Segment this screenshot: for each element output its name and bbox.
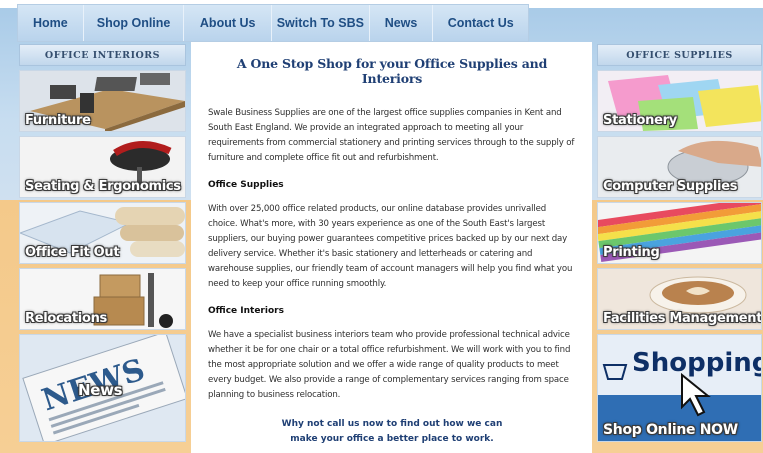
tile-office-fit-out[interactable]: Office Fit Out	[19, 202, 186, 264]
svg-text:Shopping: Shopping	[632, 348, 762, 378]
tile-label: Printing	[603, 245, 660, 260]
office-interiors-paragraph: We have a specialist business interiors …	[208, 330, 571, 400]
tile-news[interactable]: NEWS News	[19, 334, 186, 442]
main-nav: Home Shop Online About Us Switch To SBS …	[17, 4, 529, 42]
nav-about-us[interactable]: About Us	[184, 5, 273, 41]
page-title: A One Stop Shop for your Office Supplies…	[236, 56, 548, 86]
tile-label: Shop Online NOW	[603, 422, 738, 438]
call-to-action: Why not call us now to find out how we c…	[208, 417, 576, 447]
nav-news[interactable]: News	[370, 5, 434, 41]
tile-label: Seating & Ergonomics	[25, 179, 181, 194]
tile-stationery[interactable]: Stationery	[597, 70, 762, 132]
main-content: A One Stop Shop for your Office Supplies…	[191, 42, 592, 453]
tile-label: Furniture	[25, 113, 91, 128]
tile-facilities-management[interactable]: Facilities Management	[597, 268, 762, 330]
nav-home[interactable]: Home	[18, 5, 84, 41]
tile-label: News	[78, 381, 123, 399]
intro-paragraph: Swale Business Supplies are one of the l…	[208, 108, 575, 163]
office-interiors-heading: Office Interiors	[208, 306, 284, 316]
tile-relocations[interactable]: Relocations	[19, 268, 186, 330]
office-interiors-header: OFFICE INTERIORS	[19, 44, 186, 66]
cta-line-1: Why not call us now to find out how we c…	[281, 419, 503, 429]
tile-computer-supplies[interactable]: Computer Supplies	[597, 136, 762, 198]
tile-printing[interactable]: Printing	[597, 202, 762, 264]
right-sidebar: OFFICE SUPPLIES Stationery Computer Supp…	[597, 44, 762, 446]
nav-switch-to-sbs[interactable]: Switch To SBS	[272, 5, 370, 41]
tile-label: Stationery	[603, 113, 677, 128]
tile-seating-ergonomics[interactable]: Seating & Ergonomics	[19, 136, 186, 198]
tile-furniture[interactable]: Furniture	[19, 70, 186, 132]
cta-line-2: make your office a better place to work.	[290, 434, 494, 444]
nav-shop-online[interactable]: Shop Online	[84, 5, 185, 41]
tile-shop-online-now[interactable]: Shopping Shop Online NOW	[597, 334, 762, 442]
nav-contact-us[interactable]: Contact Us	[433, 5, 528, 41]
tile-label: Relocations	[25, 311, 107, 326]
tile-label: Computer Supplies	[603, 179, 738, 194]
office-supplies-header: OFFICE SUPPLIES	[597, 44, 762, 66]
office-supplies-heading: Office Supplies	[208, 180, 284, 190]
office-supplies-paragraph: With over 25,000 office related products…	[208, 204, 573, 289]
left-sidebar: OFFICE INTERIORS Furniture Seating & Erg…	[19, 44, 186, 446]
tile-label: Office Fit Out	[25, 245, 120, 260]
tile-label: Facilities Management	[603, 311, 762, 326]
